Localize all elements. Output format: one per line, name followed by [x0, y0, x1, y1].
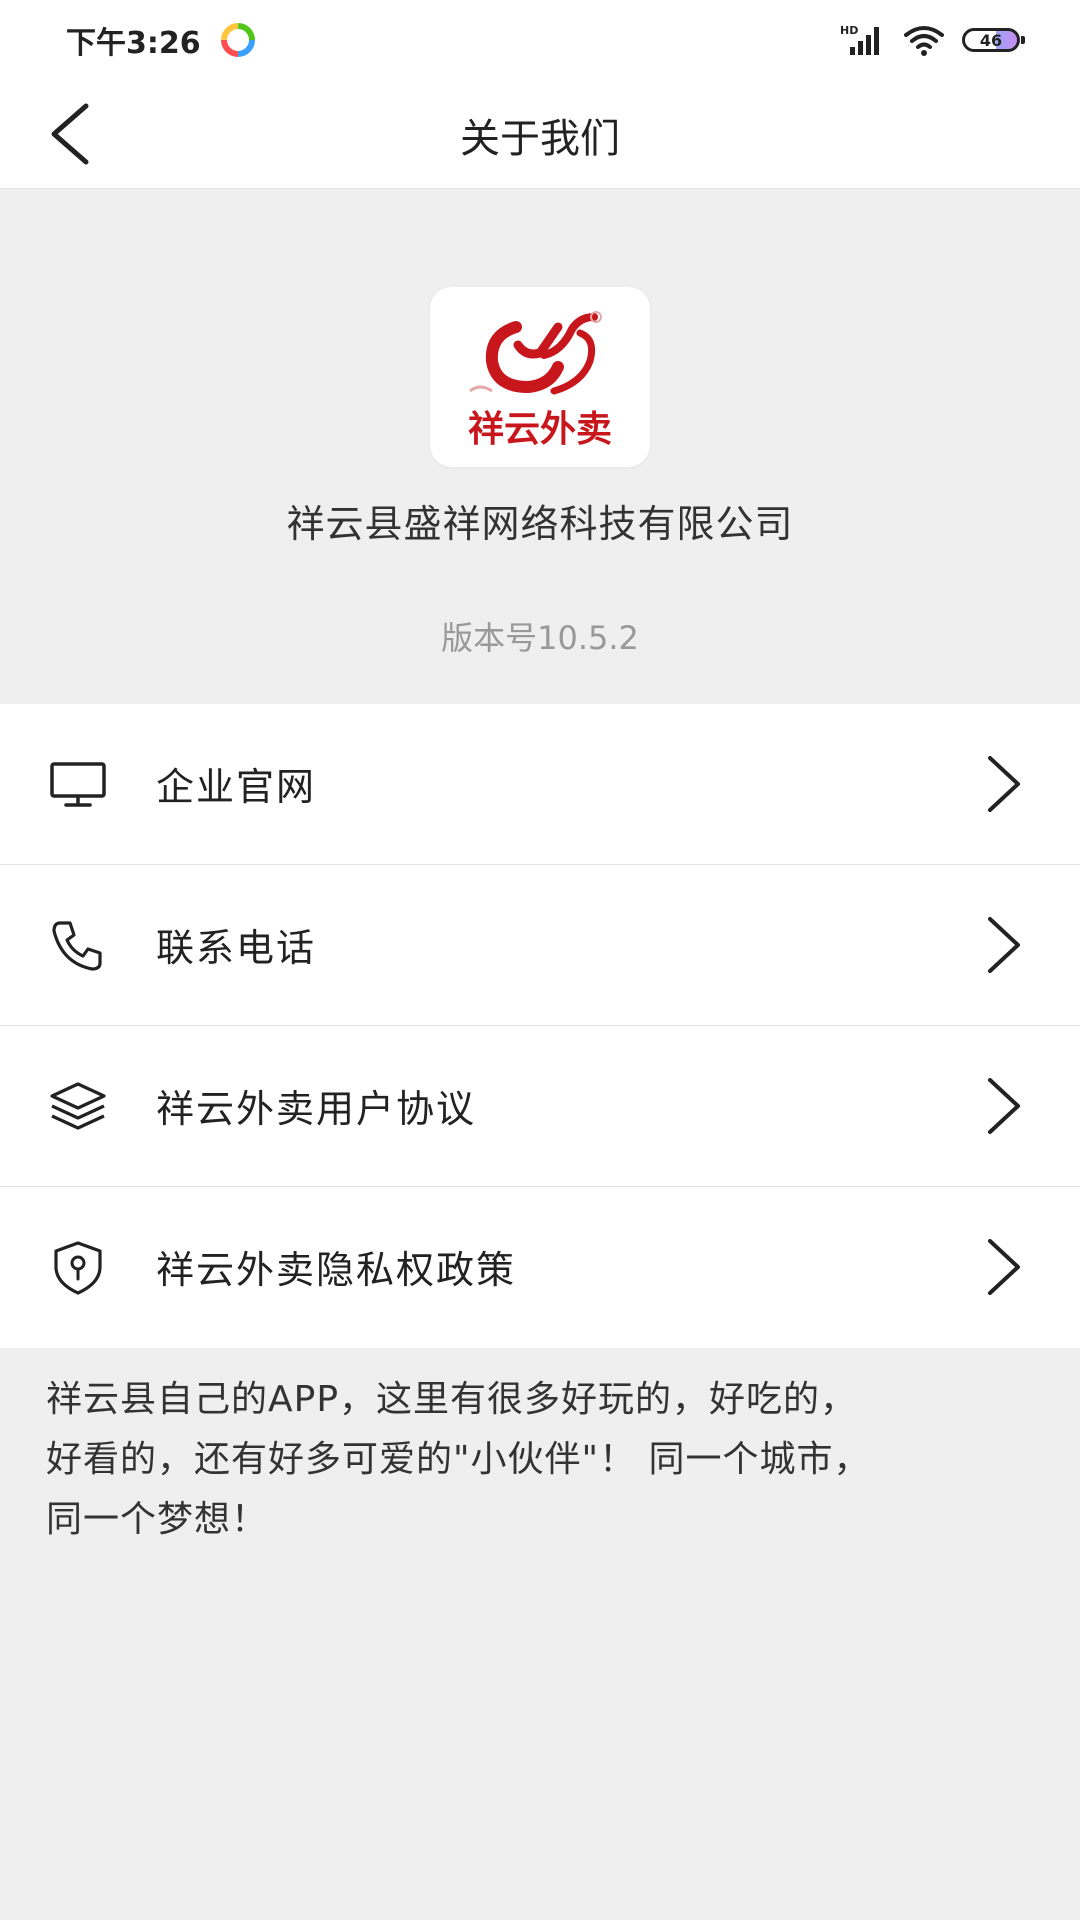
version-label: 版本号10.5.2 — [441, 619, 639, 657]
status-bar: 下午3:26 HD 46 — [0, 0, 1080, 80]
about-page: 下午3:26 HD 46 关于我们 祥云外卖 祥云县盛祥网络科技有限公司 版本号… — [0, 0, 1080, 1920]
chevron-right-icon — [988, 917, 1020, 973]
app-notification-icon — [221, 23, 255, 57]
about-menu-list: 企业官网 联系电话 祥云外卖用户协议 祥云外卖隐私权政策 — [0, 704, 1080, 1348]
app-logo-graphic: 祥云外卖 — [468, 311, 612, 450]
app-logo: 祥云外卖 — [430, 287, 650, 467]
menu-label: 联系电话 — [156, 926, 317, 970]
menu-item-user-agreement[interactable]: 祥云外卖用户协议 — [0, 1026, 1080, 1187]
chevron-right-icon — [988, 756, 1020, 812]
app-description: 祥云县自己的APP，这里有很多好玩的，好吃的， 好看的，还有好多可爱的"小伙伴"… — [46, 1370, 1036, 1550]
app-logo-text: 祥云外卖 — [468, 409, 612, 450]
status-indicators: HD 46 — [840, 20, 1025, 60]
menu-label: 企业官网 — [156, 765, 317, 809]
menu-item-phone[interactable]: 联系电话 — [0, 865, 1080, 1026]
menu-item-website[interactable]: 企业官网 — [0, 704, 1080, 865]
network-label: HD — [840, 24, 858, 37]
monitor-icon — [50, 762, 106, 807]
battery-indicator: 46 — [962, 28, 1025, 52]
menu-label: 祥云外卖用户协议 — [156, 1087, 477, 1131]
wifi-icon — [904, 26, 944, 56]
app-info-section: 祥云外卖 祥云县盛祥网络科技有限公司 版本号10.5.2 — [0, 189, 1080, 703]
phone-icon — [52, 921, 102, 971]
description-line: 祥云县自己的APP，这里有很多好玩的，好吃的， — [46, 1379, 858, 1420]
signal-icon: HD — [840, 24, 879, 55]
description-line: 好看的，还有好多可爱的"小伙伴"！ 同一个城市， — [46, 1439, 871, 1480]
layers-icon — [50, 1082, 106, 1130]
shield-lock-icon — [54, 1241, 102, 1295]
chevron-right-icon — [988, 1078, 1020, 1134]
description-line: 同一个梦想！ — [46, 1499, 269, 1540]
chevron-right-icon — [988, 1239, 1020, 1295]
company-name: 祥云县盛祥网络科技有限公司 — [286, 502, 794, 546]
menu-item-privacy-policy[interactable]: 祥云外卖隐私权政策 — [0, 1187, 1080, 1348]
menu-label: 祥云外卖隐私权政策 — [156, 1248, 517, 1292]
page-title: 关于我们 — [460, 116, 620, 162]
status-time: 下午3:26 — [66, 26, 201, 61]
nav-header: 关于我们 — [0, 80, 1080, 189]
